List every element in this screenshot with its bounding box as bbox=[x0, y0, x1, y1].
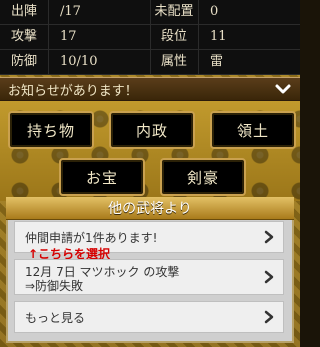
see-more-button[interactable]: もっと見る bbox=[14, 301, 284, 333]
inventory-button[interactable]: 持ち物 bbox=[8, 111, 94, 149]
stat-value-unassigned: 0 bbox=[210, 4, 219, 19]
announcement-text: お知らせがあります！ bbox=[8, 83, 138, 99]
messages-panel: 他の武将より 仲間申請が1件あります! ↑こちらを選択 12月 7日 マツホック… bbox=[6, 197, 294, 343]
stats-divider bbox=[48, 0, 49, 74]
stat-value-attribute: 雷 bbox=[210, 54, 224, 69]
stat-label-attribute: 属性 bbox=[160, 54, 187, 69]
swordmaster-button[interactable]: 剣豪 bbox=[160, 158, 246, 196]
stat-label-unassigned: 未配置 bbox=[154, 4, 194, 19]
politics-button[interactable]: 内政 bbox=[109, 111, 195, 149]
messages-title-text: 他の武将より bbox=[108, 201, 192, 217]
stat-label-rank: 段位 bbox=[160, 29, 187, 44]
stat-label-sortie: 出陣 bbox=[10, 4, 37, 19]
stat-label-defense: 防御 bbox=[10, 54, 37, 69]
messages-panel-title: 他の武将より bbox=[6, 197, 294, 220]
see-more-text: もっと見る bbox=[25, 311, 86, 325]
chevron-down-icon bbox=[275, 84, 291, 94]
stats-panel: 出陣 /17 未配置 0 攻撃 17 段位 11 防御 10/10 属性 雷 bbox=[0, 0, 300, 75]
politics-button-label: 内政 bbox=[135, 121, 168, 140]
inventory-button-label: 持ち物 bbox=[26, 121, 75, 140]
stat-value-sortie: /17 bbox=[60, 4, 81, 19]
chevron-right-icon bbox=[264, 310, 274, 324]
message-text: 仲間申請が1件あります! bbox=[25, 231, 158, 245]
chevron-right-icon bbox=[264, 230, 274, 244]
territory-button[interactable]: 領土 bbox=[210, 111, 296, 149]
stat-value-attack: 17 bbox=[60, 29, 77, 44]
stats-divider bbox=[198, 0, 199, 74]
announcement-bar[interactable]: お知らせがあります！ bbox=[0, 77, 300, 101]
territory-button-label: 領土 bbox=[236, 121, 269, 140]
treasure-button[interactable]: お宝 bbox=[59, 158, 145, 196]
stat-value-defense: 10/10 bbox=[60, 54, 98, 69]
swordmaster-button-label: 剣豪 bbox=[186, 168, 219, 187]
chevron-right-icon bbox=[264, 270, 274, 284]
message-text: 12月 7日 マツホック の攻撃 ⇒防御失敗 bbox=[25, 265, 180, 293]
stat-label-attack: 攻撃 bbox=[10, 29, 37, 44]
message-item-attack-report[interactable]: 12月 7日 マツホック の攻撃 ⇒防御失敗 bbox=[14, 259, 284, 295]
treasure-button-label: お宝 bbox=[85, 168, 118, 187]
stat-value-rank: 11 bbox=[210, 29, 227, 44]
